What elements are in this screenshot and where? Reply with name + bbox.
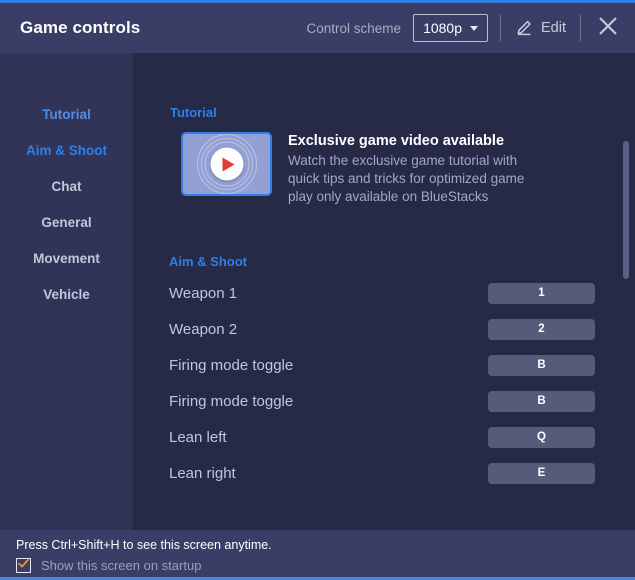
control-label: Weapon 2 xyxy=(169,320,238,338)
page-title: Game controls xyxy=(20,18,141,37)
header-divider-2 xyxy=(580,15,581,41)
video-thumbnail[interactable] xyxy=(181,132,272,196)
video-text-block: Exclusive game video available Watch the… xyxy=(288,132,544,206)
show-on-startup-label: Show this screen on startup xyxy=(41,558,202,573)
chevron-down-icon xyxy=(470,25,478,31)
sidebar-item-aim-shoot[interactable]: Aim & Shoot xyxy=(0,133,133,169)
control-scheme-label: Control scheme xyxy=(306,20,402,36)
sidebar-item-label: General xyxy=(41,215,92,230)
edit-button-label: Edit xyxy=(541,20,566,36)
close-button[interactable] xyxy=(595,15,621,41)
key-binding-chip[interactable]: 1 xyxy=(488,282,595,304)
sidebar-item-tutorial[interactable]: Tutorial xyxy=(0,97,133,133)
sidebar: Tutorial Aim & Shoot Chat General Moveme… xyxy=(0,53,133,530)
control-label: Firing mode toggle xyxy=(169,356,294,374)
control-row: Lean left Q xyxy=(133,419,635,455)
play-triangle xyxy=(222,157,235,171)
scrollbar-track[interactable] xyxy=(623,111,629,530)
scroll-content: Tutorial Exclusive game video available … xyxy=(133,53,635,491)
sidebar-item-vehicle[interactable]: Vehicle xyxy=(0,277,133,313)
check-icon xyxy=(17,557,30,575)
window-header: Game controls Control scheme 1080p Edit xyxy=(0,3,635,53)
section-title-aim-shoot: Aim & Shoot xyxy=(169,254,247,269)
video-title: Exclusive game video available xyxy=(288,133,505,149)
key-binding-chip[interactable]: E xyxy=(488,462,595,484)
control-label: Weapon 1 xyxy=(169,284,238,302)
startup-checkbox-row[interactable]: Show this screen on startup xyxy=(16,558,635,573)
key-binding-chip[interactable]: B xyxy=(488,390,595,412)
sidebar-item-general[interactable]: General xyxy=(0,205,133,241)
control-row: Firing mode toggle B xyxy=(133,347,635,383)
sidebar-item-label: Tutorial xyxy=(42,107,91,122)
sidebar-item-movement[interactable]: Movement xyxy=(0,241,133,277)
sidebar-item-chat[interactable]: Chat xyxy=(0,169,133,205)
control-row: Weapon 2 2 xyxy=(133,311,635,347)
control-row: Firing mode toggle B xyxy=(133,383,635,419)
window-footer: Press Ctrl+Shift+H to see this screen an… xyxy=(0,530,635,577)
sidebar-item-label: Chat xyxy=(51,179,82,194)
key-binding-chip[interactable]: 2 xyxy=(488,318,595,340)
control-scheme-value: 1080p xyxy=(423,20,462,36)
key-binding-chip[interactable]: Q xyxy=(488,426,595,448)
video-description: Watch the exclusive game tutorial with q… xyxy=(288,153,525,204)
tutorial-video-card[interactable]: Exclusive game video available Watch the… xyxy=(181,132,635,206)
scrollbar-thumb[interactable] xyxy=(623,141,629,279)
play-icon xyxy=(210,147,243,181)
show-on-startup-checkbox[interactable] xyxy=(16,558,31,573)
control-row: Weapon 1 1 xyxy=(133,275,635,311)
close-icon xyxy=(596,14,620,43)
main-content: Tutorial Exclusive game video available … xyxy=(133,53,635,530)
sidebar-item-label: Vehicle xyxy=(43,287,90,302)
sidebar-item-label: Movement xyxy=(33,251,100,266)
sidebar-item-label: Aim & Shoot xyxy=(26,143,107,158)
shortcut-hint: Press Ctrl+Shift+H to see this screen an… xyxy=(16,538,272,552)
control-label: Firing mode toggle xyxy=(169,392,294,410)
header-divider-1 xyxy=(500,15,501,41)
control-scheme-dropdown[interactable]: 1080p xyxy=(413,14,488,42)
game-controls-window: Game controls Control scheme 1080p Edit xyxy=(0,0,635,580)
edit-button[interactable]: Edit xyxy=(513,15,568,42)
control-label: Lean left xyxy=(169,428,227,446)
key-binding-chip[interactable]: B xyxy=(488,354,595,376)
section-title-tutorial: Tutorial xyxy=(170,105,217,120)
control-label: Lean right xyxy=(169,464,236,482)
control-row: Lean right E xyxy=(133,455,635,491)
pencil-icon xyxy=(515,17,534,40)
